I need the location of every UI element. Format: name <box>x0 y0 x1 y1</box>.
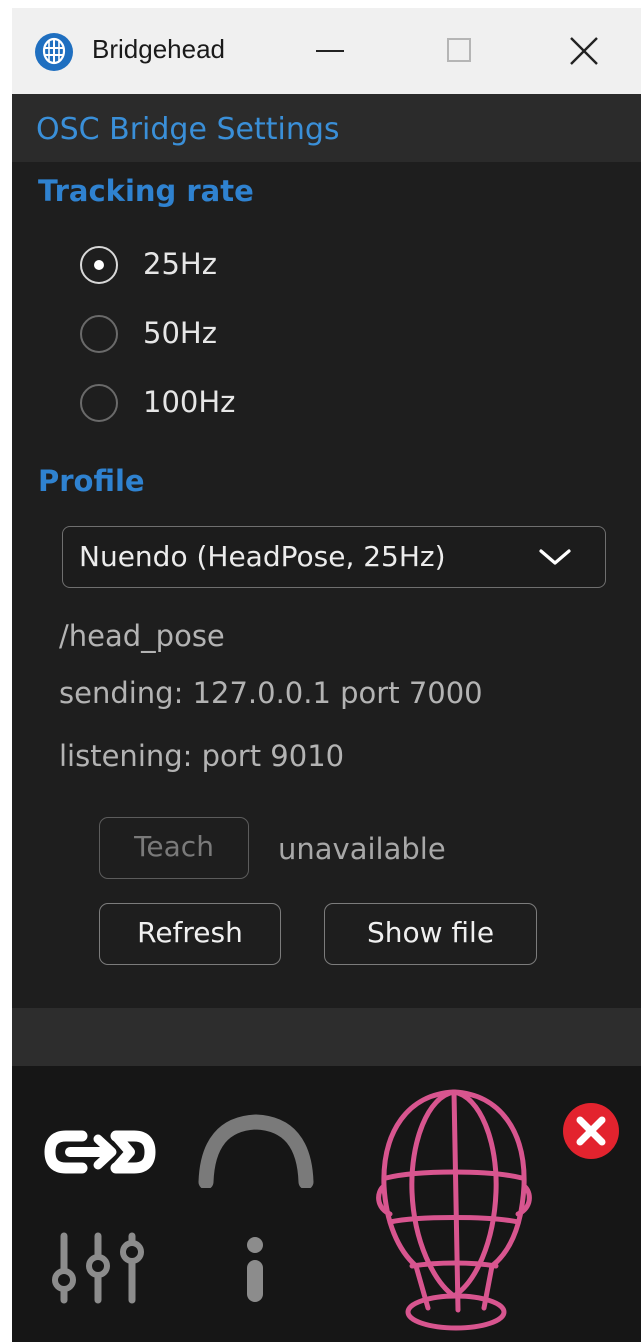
settings-header: OSC Bridge Settings <box>12 94 641 162</box>
profile-dropdown[interactable]: Nuendo (HeadPose, 25Hz) <box>62 526 606 588</box>
status-strip <box>12 1008 641 1066</box>
window-title: Bridgehead <box>92 34 225 64</box>
bottom-toolbar <box>12 1066 641 1342</box>
teach-button[interactable]: Teach <box>99 817 249 879</box>
page-title: OSC Bridge Settings <box>36 112 340 147</box>
minimize-icon <box>316 50 344 52</box>
refresh-button[interactable]: Refresh <box>99 903 281 965</box>
app-logo-icon <box>34 32 74 72</box>
radio-label: 25Hz <box>143 247 217 281</box>
minimize-button[interactable] <box>295 8 365 94</box>
radio-unchecked-icon <box>80 384 118 422</box>
radio-label: 50Hz <box>143 316 217 350</box>
link-arrows-icon[interactable] <box>42 1122 158 1182</box>
error-badge-icon[interactable] <box>561 1101 621 1161</box>
close-button[interactable] <box>549 8 619 94</box>
maximize-icon <box>447 38 471 62</box>
listening-info: listening: port 9010 <box>59 739 345 773</box>
radio-100hz[interactable]: 100Hz <box>80 381 340 427</box>
radio-25hz[interactable]: 25Hz <box>80 243 340 289</box>
radio-50hz[interactable]: 50Hz <box>80 312 340 358</box>
mixer-sliders-icon[interactable] <box>50 1232 150 1304</box>
radio-label: 100Hz <box>143 385 236 419</box>
tracking-rate-label: Tracking rate <box>38 174 254 208</box>
close-icon <box>570 37 598 65</box>
profile-selected-value: Nuendo (HeadPose, 25Hz) <box>79 540 446 573</box>
profile-label: Profile <box>38 464 145 498</box>
wireframe-head-icon <box>376 1089 532 1331</box>
show-file-button[interactable]: Show file <box>324 903 537 965</box>
teach-status: unavailable <box>278 832 446 866</box>
title-bar: Bridgehead <box>12 8 641 95</box>
radio-unchecked-icon <box>80 315 118 353</box>
headphones-arc-icon[interactable] <box>196 1114 316 1188</box>
info-icon[interactable] <box>240 1236 270 1304</box>
sending-info: sending: 127.0.0.1 port 7000 <box>59 676 483 710</box>
maximize-button[interactable] <box>425 8 495 94</box>
osc-address: /head_pose <box>59 619 225 653</box>
chevron-down-icon <box>539 549 571 565</box>
radio-checked-icon <box>80 246 118 284</box>
app-window: Bridgehead OSC Bridge Settings Tracking … <box>12 8 641 1342</box>
